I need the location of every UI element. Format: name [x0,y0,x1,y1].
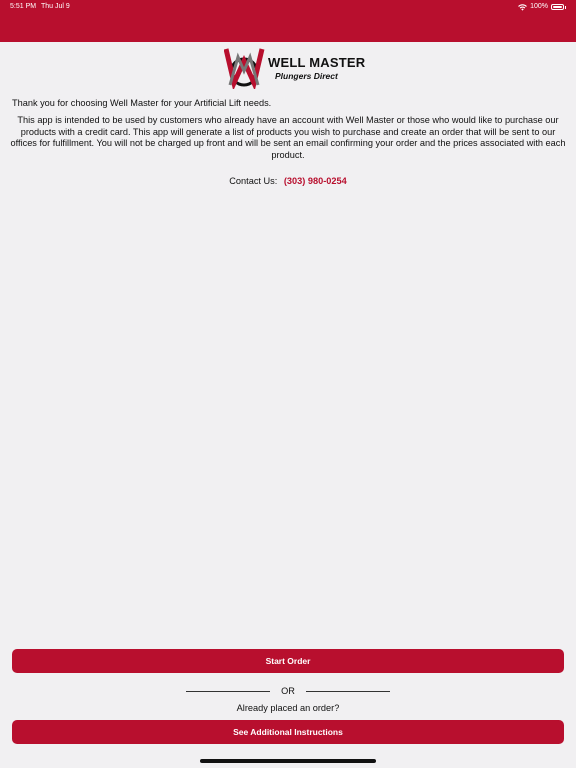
status-date: Thu Jul 9 [41,3,70,10]
wifi-icon [518,3,527,11]
logo-brand: WELL MASTER [268,55,366,70]
description-text: This app is intended to be used by custo… [10,115,566,160]
contact-line: Contact Us: (303) 980-0254 [0,176,576,186]
see-instructions-button[interactable]: See Additional Instructions [12,720,564,744]
or-label: OR [281,686,295,696]
contact-phone-link[interactable]: (303) 980-0254 [284,176,347,186]
start-order-button[interactable]: Start Order [12,649,564,673]
contact-label: Contact Us: [229,176,278,186]
intro-text: Thank you for choosing Well Master for y… [12,98,272,108]
already-placed-label: Already placed an order? [236,703,340,713]
wm-emblem-icon [224,48,265,89]
or-divider: OR [0,686,576,698]
battery-percent: 100% [530,3,548,10]
status-bar: 5:51 PM Thu Jul 9 100% [0,0,576,14]
status-right: 100% [518,0,566,14]
home-indicator[interactable] [200,759,376,763]
battery-icon [551,4,564,10]
logo-subtitle: Plungers Direct [275,71,338,81]
status-time: 5:51 PM [10,3,37,10]
well-master-logo: WELL MASTER Plungers Direct [224,47,365,89]
divider-line-right [306,691,390,692]
